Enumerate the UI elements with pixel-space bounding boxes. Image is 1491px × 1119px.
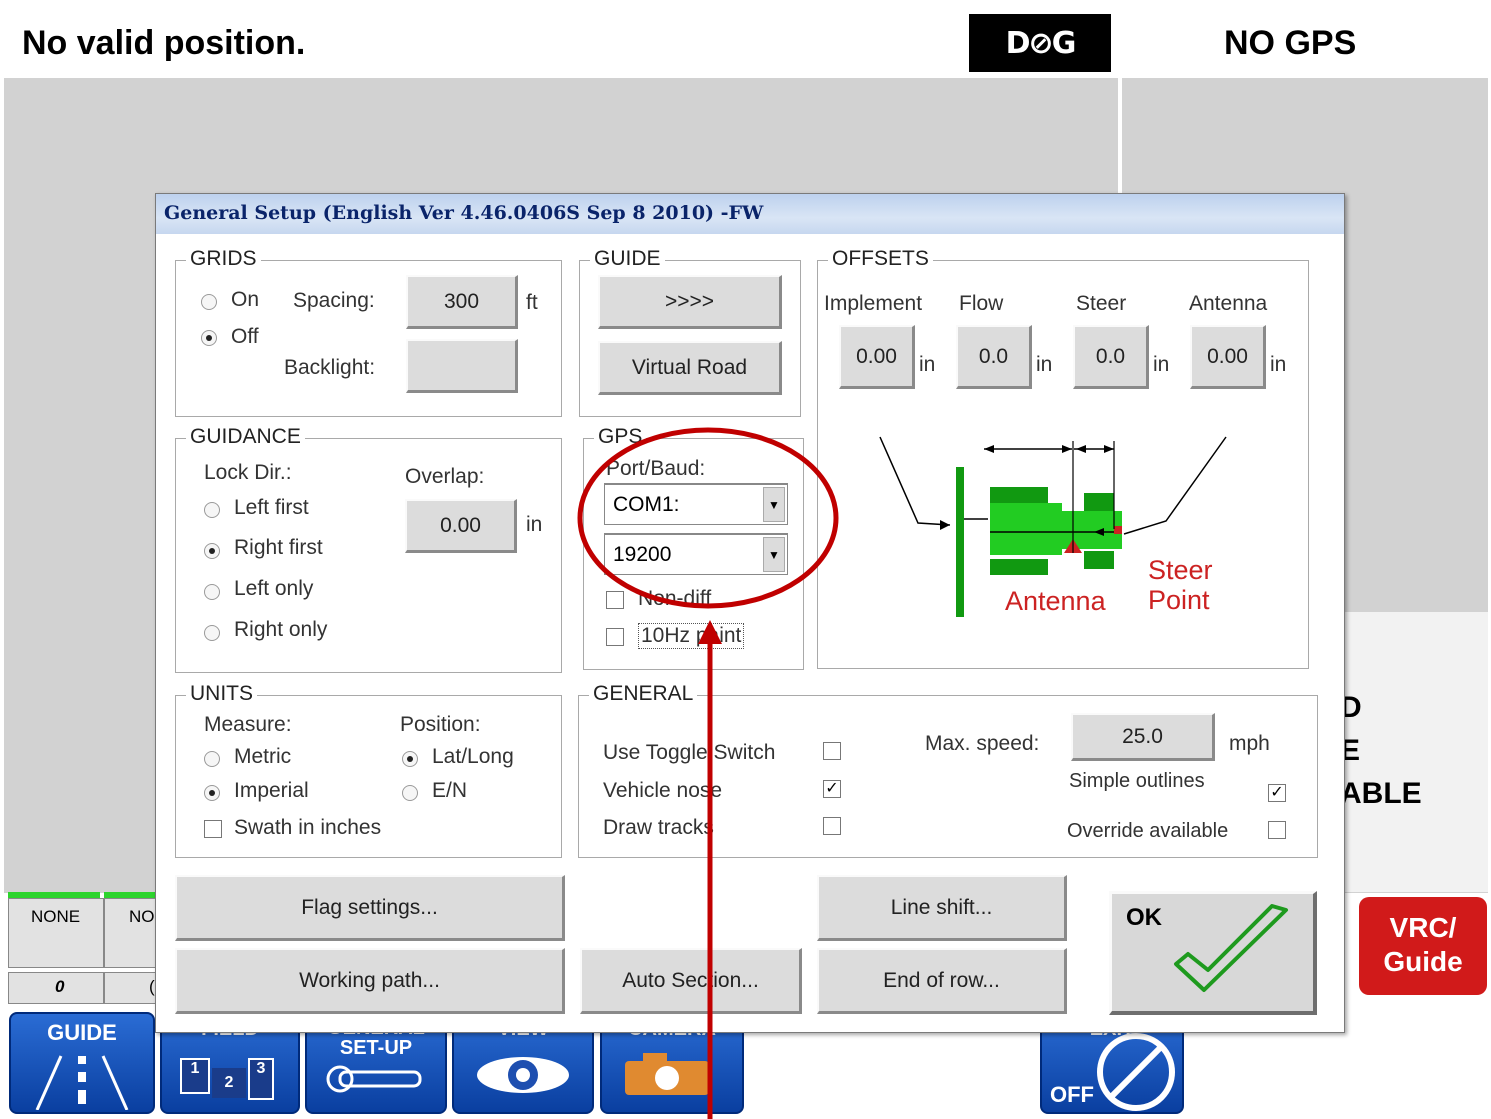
annotation-overlay xyxy=(577,427,839,1119)
annotation-ellipse xyxy=(577,427,839,609)
annotation-arrowhead xyxy=(698,620,722,644)
